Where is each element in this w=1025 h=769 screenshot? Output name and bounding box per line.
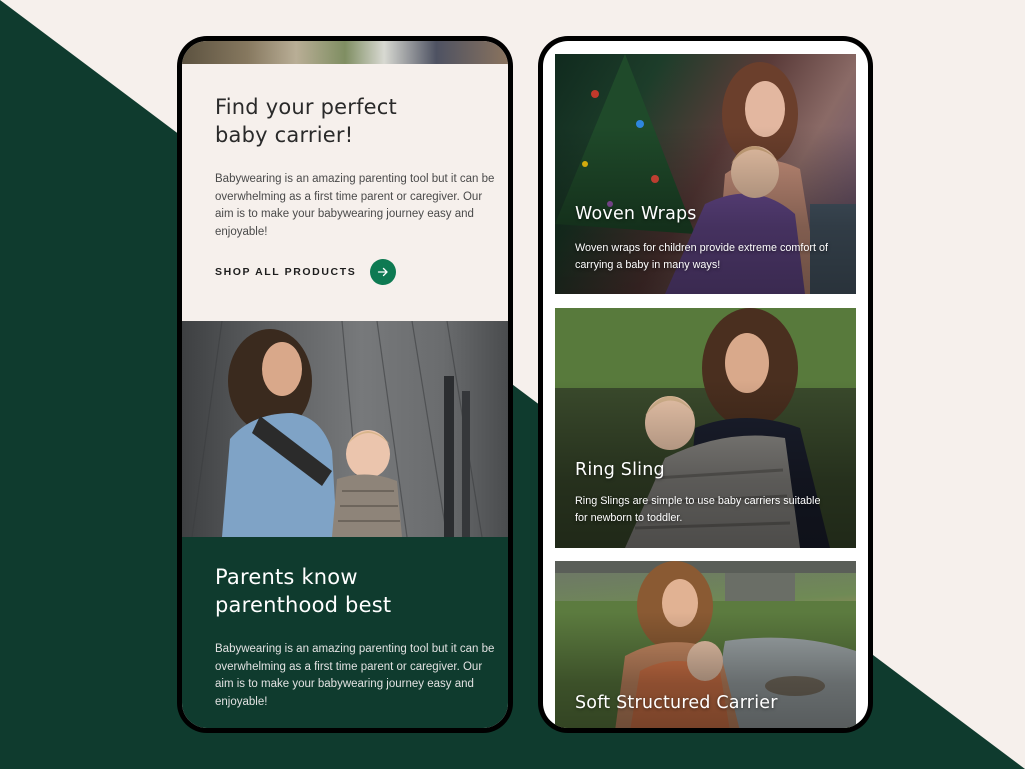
hero-title: Find your perfect baby carrier! (215, 93, 495, 149)
parents-section-title: Parents know parenthood best (215, 563, 495, 619)
parents-know-best-section: Parents know parenthood best Babywearing… (182, 537, 508, 728)
category-card-ring-sling[interactable]: Ring Sling Ring Slings are simple to use… (555, 308, 856, 548)
phone-mockup-right: Woven Wraps Woven wraps for children pro… (538, 36, 873, 733)
phone-mockup-left: Find your perfect baby carrier! Babywear… (177, 36, 513, 733)
woven-wraps-description: Woven wraps for children provide extreme… (575, 242, 829, 271)
hero-title-line-2: baby carrier! (215, 123, 354, 147)
woven-wraps-title: Woven Wraps (575, 204, 697, 224)
arrow-right-button[interactable] (370, 259, 397, 285)
shop-all-products-label: SHOP ALL PRODUCTS (215, 266, 357, 278)
hero-title-line-1: Find your perfect (215, 95, 397, 119)
left-screen: Find your perfect baby carrier! Babywear… (182, 41, 508, 728)
parents-title-line-2: parenthood best (215, 593, 392, 617)
shop-all-products-link[interactable]: SHOP ALL PRODUCTS (215, 259, 397, 285)
category-card-soft-structured-carrier[interactable]: Soft Structured Carrier (555, 561, 856, 728)
hero-section: Find your perfect baby carrier! Babywear… (215, 93, 495, 241)
right-screen: Woven Wraps Woven wraps for children pro… (543, 41, 868, 728)
parents-section-description: Babywearing is an amazing parenting tool… (215, 643, 495, 708)
parent-with-baby-photo (182, 321, 508, 537)
ring-sling-title: Ring Sling (575, 460, 665, 480)
soft-structured-carrier-title: Soft Structured Carrier (575, 693, 778, 713)
hero-description: Babywearing is an amazing parenting tool… (215, 173, 495, 238)
ring-sling-description: Ring Slings are simple to use baby carri… (575, 495, 821, 524)
header-photo-strip (182, 41, 508, 64)
parents-title-line-1: Parents know (215, 565, 358, 589)
arrow-right-icon (378, 267, 389, 277)
parent-photo-illustration (191, 321, 483, 537)
category-card-woven-wraps[interactable]: Woven Wraps Woven wraps for children pro… (555, 54, 856, 294)
